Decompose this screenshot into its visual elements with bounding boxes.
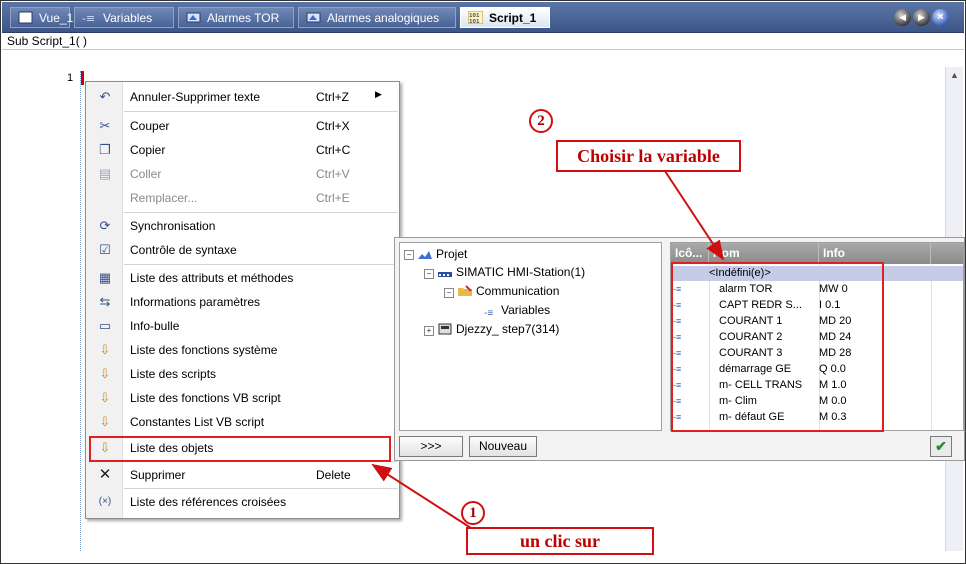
- arrow-to-variable-list: [660, 164, 725, 261]
- step-2-marker: 2: [529, 109, 553, 133]
- step-1-callout: un clic sur: [466, 527, 654, 555]
- annotation-arrows: [371, 164, 725, 529]
- step-1-marker: 1: [461, 501, 485, 525]
- arrow-to-object-list: [371, 463, 472, 529]
- step-2-callout: Choisir la variable: [556, 140, 741, 172]
- window: Vue_1 -≡ Variables Alarmes TOR Alarmes a…: [0, 0, 966, 564]
